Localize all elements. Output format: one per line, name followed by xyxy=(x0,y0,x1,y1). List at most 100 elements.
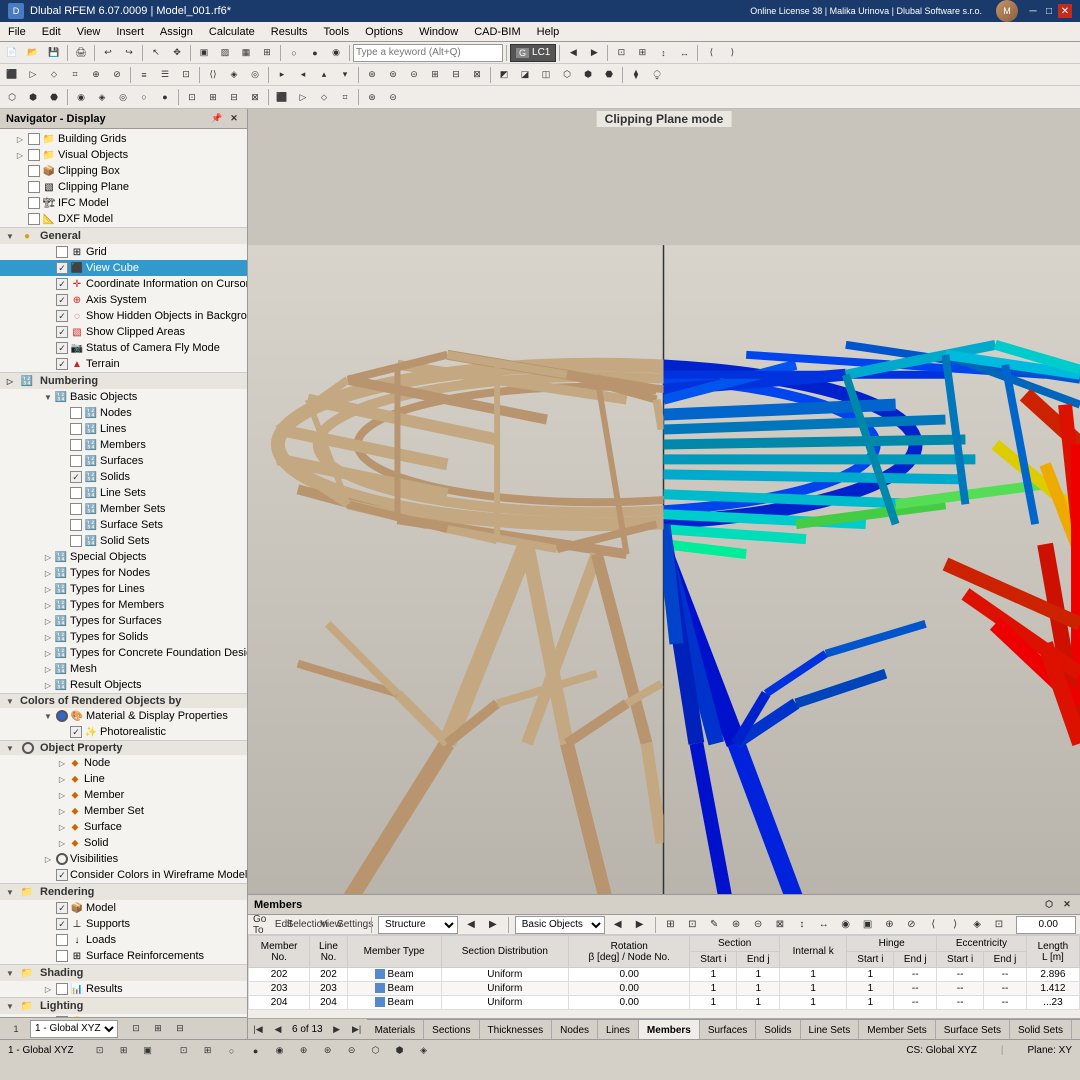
save-button[interactable]: 💾 xyxy=(44,44,64,62)
tb2-1[interactable]: ⬛ xyxy=(2,66,22,84)
tb2-23[interactable]: ◩ xyxy=(494,66,514,84)
tb3-8[interactable]: ● xyxy=(155,88,175,106)
settings-button[interactable]: Settings xyxy=(345,916,365,934)
nav-pin-button[interactable]: 📌 xyxy=(210,112,224,126)
snap-icon-3[interactable]: ○ xyxy=(222,1042,242,1060)
nav-num-surfaces[interactable]: 🔢 Surfaces xyxy=(0,453,247,469)
profile-picture[interactable]: M xyxy=(996,0,1018,22)
workplane-select[interactable]: 1 - Global XYZ xyxy=(30,1020,118,1038)
tb2-7[interactable]: ≡ xyxy=(134,66,154,84)
nav-member-set[interactable]: ▷ ⬥ Member Set xyxy=(0,803,247,819)
nav-close-button[interactable]: ✕ xyxy=(227,112,241,126)
tb3-18[interactable]: ⊝ xyxy=(383,88,403,106)
mb-icon9[interactable]: ◉ xyxy=(837,916,855,934)
tb3-17[interactable]: ⊛ xyxy=(362,88,382,106)
nav-item-building-grids[interactable]: ▷ 📁 Building Grids xyxy=(0,131,247,147)
minimize-button[interactable]: ─ xyxy=(1026,4,1040,18)
nav-member[interactable]: ▷ ⬥ Member xyxy=(0,787,247,803)
search-input[interactable] xyxy=(353,44,503,62)
nav-item-view-cube[interactable]: ⬛ View Cube xyxy=(0,260,247,276)
nav-types-for-solids[interactable]: ▷ 🔢 Types for Solids xyxy=(0,629,247,645)
tb3-12[interactable]: ⊠ xyxy=(245,88,265,106)
bottom-tab-solid-sets[interactable]: Solid Sets xyxy=(1010,1019,1072,1039)
mb-icon13[interactable]: ⟨ xyxy=(924,916,942,934)
radio-obj-prop[interactable] xyxy=(22,742,34,754)
tb-zoom-all[interactable]: ⊡ xyxy=(611,44,631,62)
tb2-25[interactable]: ◫ xyxy=(536,66,556,84)
maximize-button[interactable]: □ xyxy=(1042,4,1056,18)
radio-material[interactable] xyxy=(56,710,68,722)
nav-render-supports[interactable]: ⊥ Supports xyxy=(0,916,247,932)
section-object-property[interactable]: ▼ Object Property xyxy=(0,740,247,755)
menu-item-file[interactable]: File xyxy=(0,24,34,40)
new-button[interactable]: 📄 xyxy=(2,44,22,62)
tb-zoom-box[interactable]: ⊞ xyxy=(632,44,652,62)
close-button[interactable]: ✕ xyxy=(1058,4,1072,18)
section-numbering[interactable]: ▷ 🔢 Numbering xyxy=(0,372,247,389)
snap-icon-5[interactable]: ◉ xyxy=(270,1042,290,1060)
nav-icon-2[interactable]: ⊞ xyxy=(148,1020,168,1038)
tb-icon-7[interactable]: ◉ xyxy=(326,44,346,62)
filter-prev[interactable]: ◀ xyxy=(462,916,480,934)
tb2-15[interactable]: ▴ xyxy=(314,66,334,84)
tb-icon-1[interactable]: ▣ xyxy=(194,44,214,62)
nav-solid[interactable]: ▷ ⬥ Solid xyxy=(0,835,247,851)
bottom-tab-surfaces[interactable]: Surfaces xyxy=(700,1019,756,1039)
tb3-14[interactable]: ▷ xyxy=(293,88,313,106)
pager-first[interactable]: |◀ xyxy=(248,1021,268,1039)
bottom-tab-solids[interactable]: Solids xyxy=(756,1019,800,1039)
mb-icon15[interactable]: ◈ xyxy=(968,916,986,934)
tb2-4[interactable]: ⌗ xyxy=(65,66,85,84)
bottom-tab-materials[interactable]: Materials xyxy=(367,1019,425,1039)
tb2-26[interactable]: ⬡ xyxy=(557,66,577,84)
nav-num-nodes[interactable]: 🔢 Nodes xyxy=(0,405,247,421)
menu-item-insert[interactable]: Insert xyxy=(108,24,152,40)
tb2-13[interactable]: ▸ xyxy=(272,66,292,84)
tb2-29[interactable]: ⧫ xyxy=(626,66,646,84)
bottom-tab-thicknesses[interactable]: Thicknesses xyxy=(480,1019,553,1039)
nav-item-hidden-objects[interactable]: ◌ Show Hidden Objects in Background xyxy=(0,308,247,324)
nav-back-btn[interactable]: ◀ xyxy=(563,44,583,62)
tb2-19[interactable]: ⊝ xyxy=(404,66,424,84)
tb2-9[interactable]: ⊡ xyxy=(176,66,196,84)
tb2-28[interactable]: ⬣ xyxy=(599,66,619,84)
bottom-tab-lines[interactable]: Lines xyxy=(598,1019,639,1039)
mb-icon11[interactable]: ⊕ xyxy=(881,916,899,934)
snap-icon-11[interactable]: ◈ xyxy=(414,1042,434,1060)
nav-photorealistic[interactable]: ✨ Photorealistic xyxy=(0,724,247,740)
nav-line[interactable]: ▷ ⬥ Line xyxy=(0,771,247,787)
nav-visibilities[interactable]: ▷ Visibilities xyxy=(0,851,247,867)
mb-icon6[interactable]: ⊠ xyxy=(771,916,789,934)
tb2-6[interactable]: ⊘ xyxy=(107,66,127,84)
tb2-21[interactable]: ⊟ xyxy=(446,66,466,84)
redo-button[interactable]: ↪ xyxy=(119,44,139,62)
mb-icon10[interactable]: ▣ xyxy=(859,916,877,934)
snap-icon-4[interactable]: ● xyxy=(246,1042,266,1060)
nav-render-loads[interactable]: ↓ Loads xyxy=(0,932,247,948)
tb-extra-2[interactable]: ⟩ xyxy=(722,44,742,62)
tb2-20[interactable]: ⊞ xyxy=(425,66,445,84)
mb-icon5[interactable]: ⊝ xyxy=(749,916,767,934)
menu-item-edit[interactable]: Edit xyxy=(34,24,69,40)
tb3-4[interactable]: ◉ xyxy=(71,88,91,106)
tb-icon-5[interactable]: ○ xyxy=(284,44,304,62)
tb-view-front[interactable]: ↕ xyxy=(653,44,673,62)
tb2-17[interactable]: ⊛ xyxy=(362,66,382,84)
mb-icon14[interactable]: ⟩ xyxy=(946,916,964,934)
tb2-16[interactable]: ▾ xyxy=(335,66,355,84)
menu-item-window[interactable]: Window xyxy=(411,24,466,40)
status-icon-2[interactable]: ⊞ xyxy=(114,1042,134,1060)
tb3-5[interactable]: ◈ xyxy=(92,88,112,106)
menu-item-view[interactable]: View xyxy=(69,24,109,40)
tb2-8[interactable]: ☰ xyxy=(155,66,175,84)
nav-item-clipping-box[interactable]: 📦 Clipping Box xyxy=(0,163,247,179)
undo-button[interactable]: ↩ xyxy=(98,44,118,62)
nav-item-clipping-plane[interactable]: ▧ Clipping Plane xyxy=(0,179,247,195)
section-lighting[interactable]: ▼ 📁 Lighting xyxy=(0,997,247,1014)
selection-button[interactable]: Selection xyxy=(297,916,317,934)
bottom-tab-nodes[interactable]: Nodes xyxy=(552,1019,598,1039)
tb2-3[interactable]: ⬦ xyxy=(44,66,64,84)
nav-item-axis-system[interactable]: ⊕ Axis System xyxy=(0,292,247,308)
table-row[interactable]: 204204BeamUniform0.001111------...23 xyxy=(249,996,1080,1010)
nav-item-camera-fly-mode[interactable]: 📷 Status of Camera Fly Mode xyxy=(0,340,247,356)
